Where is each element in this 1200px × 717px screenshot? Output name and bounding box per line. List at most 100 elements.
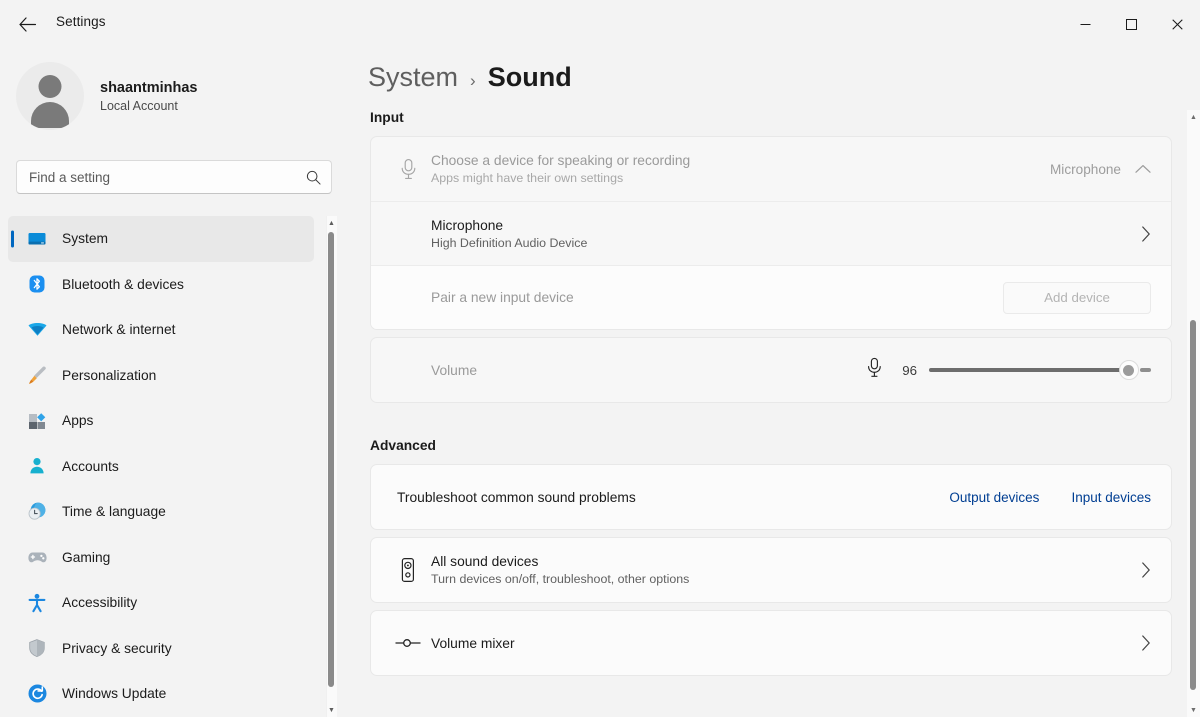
all-sound-devices-subtitle: Turn devices on/off, troubleshoot, other… bbox=[431, 572, 1141, 586]
sidebar-item-windows-update[interactable]: Windows Update bbox=[8, 671, 314, 717]
input-device-card: Choose a device for speaking or recordin… bbox=[370, 136, 1172, 330]
all-sound-devices-text: All sound devices Turn devices on/off, t… bbox=[425, 554, 1141, 586]
main-scroll-up-icon[interactable]: ▲ bbox=[1189, 112, 1198, 122]
search-box[interactable] bbox=[16, 160, 332, 194]
microphone-device-row[interactable]: Microphone High Definition Audio Device bbox=[371, 201, 1171, 265]
sidebar-item-time-language[interactable]: Time & language bbox=[8, 489, 314, 535]
accessibility-icon bbox=[26, 592, 48, 614]
sidebar-item-label: Privacy & security bbox=[62, 641, 172, 656]
output-devices-link[interactable]: Output devices bbox=[949, 490, 1039, 505]
pair-device-text: Pair a new input device bbox=[425, 290, 1003, 305]
close-icon bbox=[1172, 19, 1183, 30]
volume-label: Volume bbox=[431, 363, 866, 378]
sidebar-item-label: Time & language bbox=[62, 504, 166, 519]
sidebar-scrollbar[interactable]: ▲ ▼ bbox=[324, 216, 338, 717]
settings-scroll-area: Input Choose a device for speaking or re… bbox=[348, 110, 1200, 717]
all-sound-devices-row[interactable]: All sound devices Turn devices on/off, t… bbox=[371, 538, 1171, 602]
microphone-device-subtitle: High Definition Audio Device bbox=[431, 236, 1141, 250]
volume-value: 96 bbox=[895, 363, 917, 378]
microphone-device-text: Microphone High Definition Audio Device bbox=[425, 218, 1141, 250]
shield-icon bbox=[26, 637, 48, 659]
wifi-icon bbox=[26, 319, 48, 341]
sidebar-item-privacy-security[interactable]: Privacy & security bbox=[8, 626, 314, 672]
volume-slider[interactable] bbox=[929, 359, 1151, 381]
minimize-button[interactable] bbox=[1062, 0, 1108, 48]
sidebar-item-accounts[interactable]: Accounts bbox=[8, 444, 314, 490]
choose-device-title: Choose a device for speaking or recordin… bbox=[431, 153, 1050, 168]
troubleshoot-row: Troubleshoot common sound problems Outpu… bbox=[371, 465, 1171, 529]
maximize-button[interactable] bbox=[1108, 0, 1154, 48]
main-content: System › Sound Input Choose a device bbox=[348, 48, 1200, 717]
chevron-right-icon[interactable] bbox=[1141, 226, 1151, 242]
speaker-icon bbox=[391, 557, 425, 583]
title-bar: Settings bbox=[0, 0, 1200, 48]
input-devices-link[interactable]: Input devices bbox=[1071, 490, 1151, 505]
sidebar-item-network-internet[interactable]: Network & internet bbox=[8, 307, 314, 353]
close-button[interactable] bbox=[1154, 0, 1200, 48]
main-scroll-down-icon[interactable]: ▼ bbox=[1189, 705, 1198, 715]
sidebar-item-gaming[interactable]: Gaming bbox=[8, 535, 314, 581]
maximize-icon bbox=[1126, 19, 1137, 30]
breadcrumb: System › Sound bbox=[368, 62, 572, 93]
microphone-device-title: Microphone bbox=[431, 218, 1141, 233]
selected-device-value: Microphone bbox=[1050, 162, 1121, 177]
main-scrollbar-thumb[interactable] bbox=[1190, 320, 1196, 690]
choose-device-text: Choose a device for speaking or recordin… bbox=[425, 153, 1050, 185]
volume-mixer-card: Volume mixer bbox=[370, 610, 1172, 676]
choose-device-control[interactable]: Microphone bbox=[1050, 162, 1151, 177]
breadcrumb-parent[interactable]: System bbox=[368, 62, 458, 93]
volume-slider-thumb[interactable] bbox=[1119, 360, 1139, 380]
sidebar-item-label: Accounts bbox=[62, 459, 119, 474]
sidebar-item-label: Apps bbox=[62, 413, 93, 428]
back-arrow-icon bbox=[19, 17, 36, 32]
profile-text: shaantminhas Local Account bbox=[100, 80, 198, 113]
sidebar-nav-list: System Bluetooth & devices bbox=[8, 216, 332, 717]
person-icon bbox=[26, 455, 48, 477]
add-device-button[interactable]: Add device bbox=[1003, 282, 1151, 314]
sidebar-item-apps[interactable]: Apps bbox=[8, 398, 314, 444]
gamepad-icon bbox=[26, 546, 48, 568]
volume-mixer-row[interactable]: Volume mixer bbox=[371, 611, 1171, 675]
avatar bbox=[16, 62, 84, 130]
app-title: Settings bbox=[56, 14, 106, 29]
chevron-right-icon[interactable] bbox=[1141, 562, 1151, 578]
sidebar-item-label: Personalization bbox=[62, 368, 156, 383]
mixer-slider-icon bbox=[391, 636, 425, 650]
sidebar-item-bluetooth-devices[interactable]: Bluetooth & devices bbox=[8, 262, 314, 308]
chevron-right-icon[interactable] bbox=[1141, 635, 1151, 651]
pair-device-row[interactable]: Pair a new input device Add device bbox=[371, 265, 1171, 329]
choose-device-row[interactable]: Choose a device for speaking or recordin… bbox=[371, 137, 1171, 201]
volume-mixer-title: Volume mixer bbox=[431, 636, 1141, 651]
volume-slider-track-remainder bbox=[1140, 368, 1151, 372]
troubleshoot-label: Troubleshoot common sound problems bbox=[397, 490, 949, 505]
sidebar-item-label: Windows Update bbox=[62, 686, 166, 701]
all-sound-devices-card: All sound devices Turn devices on/off, t… bbox=[370, 537, 1172, 603]
volume-card: Volume 96 bbox=[370, 337, 1172, 403]
user-profile[interactable]: shaantminhas Local Account bbox=[16, 62, 198, 130]
microphone-icon bbox=[866, 357, 883, 383]
avatar-body-shape bbox=[31, 102, 69, 128]
sidebar-scroll-down-icon[interactable]: ▼ bbox=[327, 705, 336, 715]
chevron-up-icon[interactable] bbox=[1135, 164, 1151, 174]
apps-icon bbox=[26, 410, 48, 432]
sidebar-item-personalization[interactable]: Personalization bbox=[8, 353, 314, 399]
volume-control[interactable]: 96 bbox=[866, 357, 1151, 383]
back-button[interactable] bbox=[10, 8, 44, 40]
sidebar-scrollbar-thumb[interactable] bbox=[328, 232, 334, 687]
all-sound-devices-title: All sound devices bbox=[431, 554, 1141, 569]
volume-text: Volume bbox=[425, 363, 866, 378]
search-input[interactable] bbox=[29, 170, 306, 185]
volume-slider-fill bbox=[929, 368, 1123, 372]
microphone-icon bbox=[391, 158, 425, 180]
pair-device-label: Pair a new input device bbox=[431, 290, 1003, 305]
sidebar-item-accessibility[interactable]: Accessibility bbox=[8, 580, 314, 626]
troubleshoot-text: Troubleshoot common sound problems bbox=[391, 490, 949, 505]
clock-globe-icon bbox=[26, 501, 48, 523]
main-scrollbar[interactable]: ▲ ▼ bbox=[1184, 110, 1200, 717]
sidebar-item-system[interactable]: System bbox=[8, 216, 314, 262]
troubleshoot-card: Troubleshoot common sound problems Outpu… bbox=[370, 464, 1172, 530]
sidebar-scroll-up-icon[interactable]: ▲ bbox=[327, 218, 336, 228]
avatar-head-shape bbox=[39, 75, 62, 98]
profile-account-type: Local Account bbox=[100, 99, 198, 113]
volume-row[interactable]: Volume 96 bbox=[371, 338, 1171, 402]
